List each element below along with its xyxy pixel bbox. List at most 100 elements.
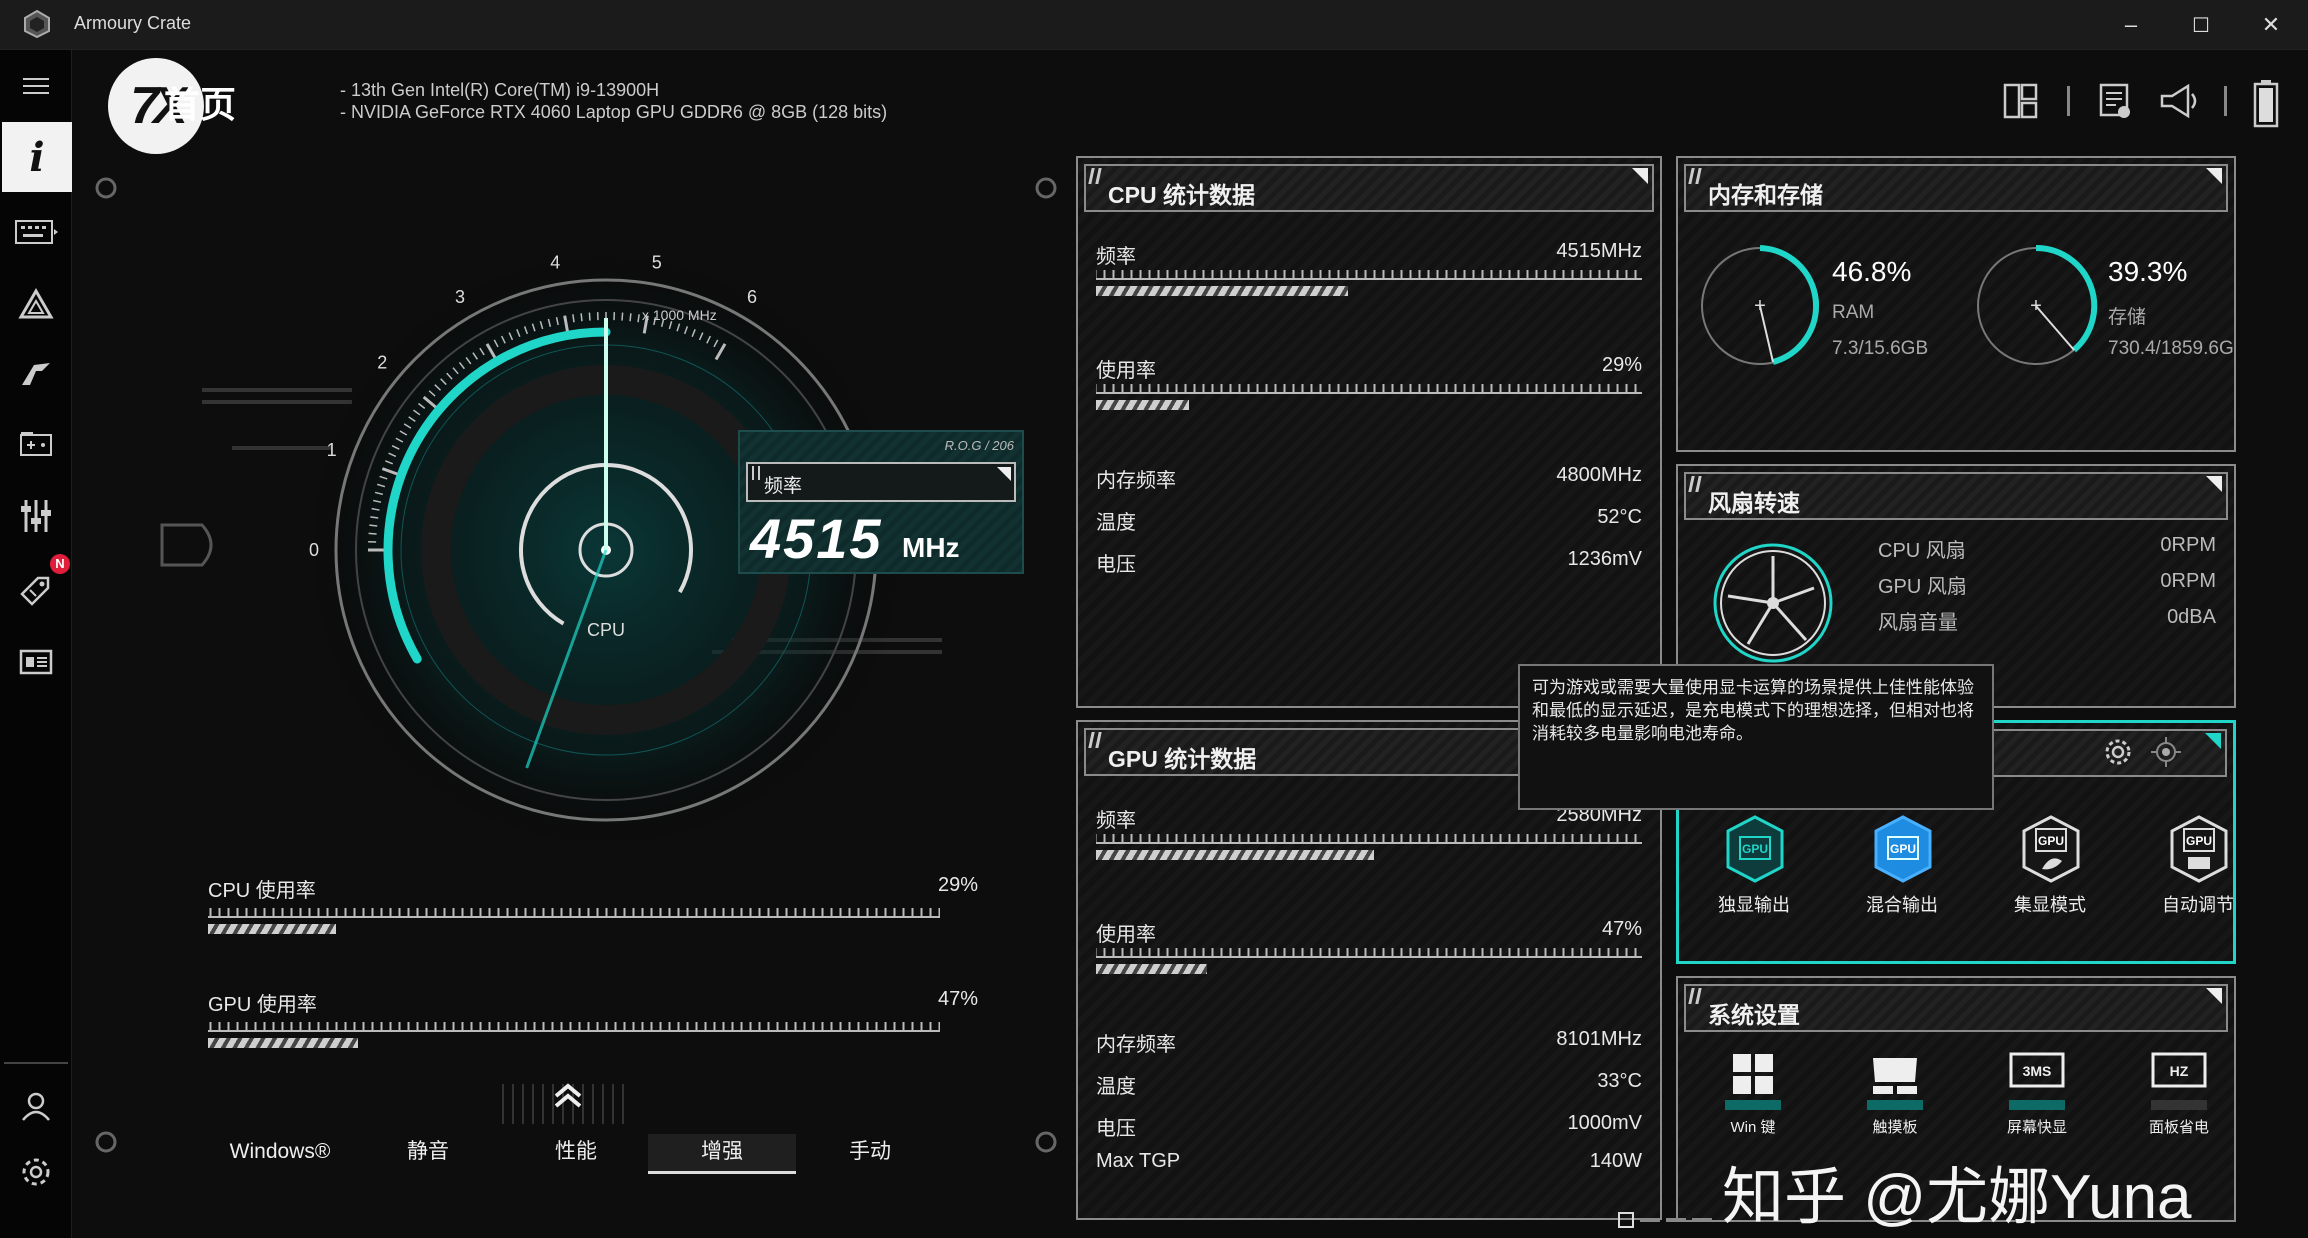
gpu-mode-tooltip: 可为游戏或需要大量使用显卡运算的场景提供上佳性能体验和最低的显示延迟，是充电模式… [1518,664,1994,810]
sys-win-key[interactable]: Win 键 [1698,1050,1808,1150]
sidebar-item-aura[interactable] [4,272,68,336]
cpu-freq-label: 频率 [1096,246,1136,268]
sidebar-item-settings[interactable] [4,1140,68,1204]
ram-percent: 46.8% [1832,256,1912,287]
aura-icon [18,288,54,319]
chevron-up-icon[interactable] [552,1080,584,1110]
mode-silent[interactable]: 静音 [358,1134,498,1174]
gpu-usage-bar [208,1038,359,1048]
maximize-button[interactable]: ☐ [2166,0,2236,50]
cpu-usage-bar [1096,400,1189,410]
header-divider-2 [2224,86,2227,116]
game-library-icon [20,432,52,456]
sys-label: 面板省电 [2148,1119,2209,1136]
gpu-volt-label: 电压 [1096,1118,1136,1140]
watermark: 知乎 @尤娜Yuna [1722,1163,2192,1232]
cpu-mem-value: 4800MHz [1556,464,1642,486]
ms-icon-text: 3MS [2023,1063,2052,1079]
gpu-tgp-label: Max TGP [1096,1150,1181,1172]
sidebar-item-news[interactable] [4,630,68,694]
deals-icon [20,576,50,606]
mode-manual[interactable]: 手动 [800,1134,940,1174]
gpu-mode-dgpu[interactable]: GPU 独显输出 [1689,815,1819,955]
gpu-usage-ruler [1096,946,1642,958]
corner-mark [1632,168,1648,184]
gpu-temp-label: 温度 [1096,1076,1136,1098]
gpu-mem-label: 内存频率 [1096,1034,1176,1056]
gpu-mode-auto[interactable]: GPU 自动调节 [2133,815,2263,955]
system-header: 系统设置 [1684,984,2228,1032]
cpu-stats-panel: CPU 统计数据 频率 4515MHz 使用率 29% 内存频率 4800MHz… [1076,156,1662,708]
cpu-usage-label: 使用率 [1096,360,1156,382]
battery-icon [2252,78,2280,133]
sidebar-item-game-library[interactable] [4,412,68,476]
gpu-freq-bar [1096,850,1374,860]
gauge-tick-label: 1 [327,440,337,460]
sys-panel-overdrive[interactable]: 3MS 屏幕快显 [1982,1050,2092,1150]
sys-touchpad[interactable]: 触摸板 [1840,1050,1950,1150]
cpu-freq-value: 4515MHz [1556,240,1642,262]
gpu-settings-icon[interactable] [2103,737,2133,767]
gpu-usage-ruler [208,1020,940,1032]
cpu-usage-value: 29% [938,874,979,896]
app-window: Armoury Crate – ☐ ✕ i N 7X 首页 - 13th Gen… [0,0,2308,1238]
header-mark [1688,476,1702,492]
gpu-volt-value: 1000mV [1567,1112,1643,1134]
cpu-volt-value: 1236mV [1567,548,1643,570]
brand-tag: R.O.G / 206 [944,438,1014,453]
sidebar-item-user[interactable] [4,1074,68,1138]
gpu-mode-label: 集显模式 [2014,895,2086,915]
sidebar-item-device[interactable] [4,200,68,264]
app-logo-icon [22,9,52,39]
layout-toggle-icon[interactable] [2002,82,2038,125]
mode-windows[interactable]: Windows® [210,1134,350,1174]
sidebar-item-armoury[interactable] [4,342,68,406]
announcement-icon[interactable] [2158,82,2202,125]
system-title: 系统设置 [1708,1002,1800,1028]
menu-icon[interactable] [4,66,68,106]
fan-header: 风扇转速 [1684,472,2228,520]
gpu-mode-label: 自动调节 [2162,895,2234,915]
report-icon[interactable] [2098,82,2132,125]
window-title: Armoury Crate [74,13,192,33]
cpu-usage-label: CPU 使用率 [208,880,316,902]
close-button[interactable]: ✕ [2236,0,2306,50]
info-icon: i [29,133,45,181]
cpu-freq-bar [1096,286,1348,296]
page-indicator[interactable] [1666,1218,1686,1222]
gauge-tick-label: 4 [550,252,560,272]
cpu-temp-label: 温度 [1096,512,1136,534]
gpu-locate-icon[interactable] [2149,735,2183,769]
sidebar-item-home[interactable]: i [2,122,72,192]
mode-turbo[interactable]: 增强 [648,1134,796,1174]
gpu-usage-label: 使用率 [1096,924,1156,946]
storage-ring-gauge: + [1977,244,2098,365]
mode-performance[interactable]: 性能 [506,1134,646,1174]
notification-badge: N [50,554,70,574]
gpu-usage-bar [1096,964,1207,974]
minimize-button[interactable]: – [2096,0,2166,50]
gauge-tick-label: 3 [455,287,465,307]
gpu-usage-label: GPU 使用率 [208,994,317,1016]
fan-title: 风扇转速 [1708,490,1800,516]
page-indicator[interactable] [1640,1218,1660,1222]
gpu-mode-label: 混合输出 [1866,895,1938,915]
cpu-fan-value: 0RPM [2160,534,2216,556]
memory-panel: 内存和存储 + 46.8% RAM 7.3/15.6GB + 39.3% 存储 … [1676,156,2236,452]
header-mark [1688,988,1702,1004]
page-indicator-active[interactable] [1618,1212,1634,1228]
gpu-mode-eco[interactable]: GPU 集显模式 [1985,815,2115,955]
sys-label: 触摸板 [1872,1119,1918,1136]
corner-mark [2205,733,2221,749]
sidebar-divider [4,1062,68,1064]
sidebar-item-scenario[interactable] [4,484,68,548]
page-indicator[interactable] [1692,1218,1712,1222]
cpu-temp-value: 52°C [1597,506,1642,528]
fan-icon [1713,543,1833,663]
gauge-tick [588,312,591,321]
sys-panel-power-saver[interactable]: HZ 面板省电 [2124,1050,2234,1150]
gpu-mode-hybrid[interactable]: GPU 混合输出 [1837,815,1967,955]
gpu-stats-title: GPU 统计数据 [1108,746,1257,772]
cpu-stats-title: CPU 统计数据 [1108,182,1255,208]
header-mark [1088,168,1102,184]
